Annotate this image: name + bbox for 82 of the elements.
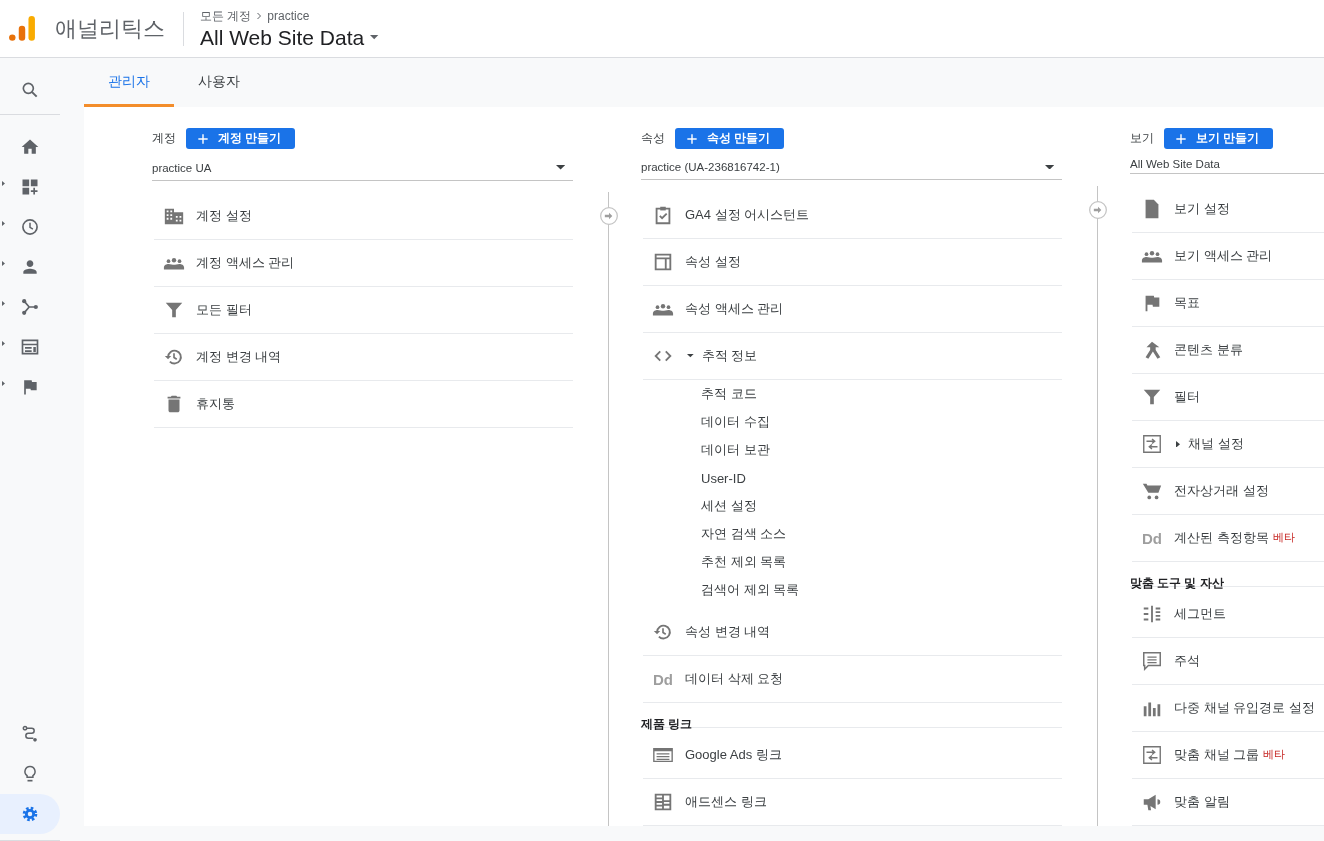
breadcrumb-link[interactable]: 모든 계정 (200, 7, 252, 25)
plus-icon (196, 131, 210, 146)
menu-item[interactable]: GA4 설정 어시스턴트 (643, 192, 1062, 239)
grid-page-icon (652, 791, 674, 813)
menu-item[interactable]: 콘텐츠 분류 (1132, 327, 1324, 374)
dd-icon: Dd (1140, 529, 1164, 547)
beta-label: 베타 (1272, 531, 1295, 545)
submenu-item[interactable]: 자연 검색 소스 (641, 520, 1062, 548)
menu-item[interactable]: 애드센스 링크 (643, 779, 1062, 826)
segment-lines-icon (1141, 603, 1163, 625)
menu-item[interactable]: 보기 설정 (1132, 186, 1324, 233)
submenu-item[interactable]: 데이터 보관 (641, 436, 1062, 464)
menu-item[interactable]: Dd 계산된 측정항목 베타 (1132, 515, 1324, 562)
menu-item[interactable]: 전자상거래 설정 (1132, 468, 1324, 515)
menu-item[interactable]: 보기 액세스 관리 (1132, 233, 1324, 280)
menu-item[interactable]: Google Ads 링크 (643, 732, 1062, 779)
menu-item[interactable]: 목표 (1132, 280, 1324, 327)
caret-icon (370, 35, 379, 40)
menu-item[interactable]: 채널 설정 (1132, 421, 1324, 468)
menu-item[interactable]: 주석 (1132, 638, 1324, 685)
menu-item[interactable]: 속성 액세스 관리 (643, 286, 1062, 333)
beta-label: 베타 (1263, 748, 1286, 762)
column-label: 계정 (152, 130, 176, 147)
menu-item[interactable]: 추적 정보 (643, 333, 1062, 380)
menu-item[interactable]: 계정 액세스 관리 (154, 240, 573, 287)
create-button[interactable]: 보기 만들기 (1164, 128, 1274, 149)
menu-item[interactable]: 세그먼트 (1132, 591, 1324, 638)
menu-item[interactable]: 맞춤 알림 (1132, 779, 1324, 826)
menu-item[interactable]: 속성 변경 내역 (643, 609, 1062, 656)
dropdown-field[interactable]: practice UA (152, 155, 573, 181)
caret-icon (1044, 164, 1054, 170)
caret-icon (2, 221, 5, 226)
dropdown-field[interactable]: practice (UA-236816742-1) (641, 155, 1062, 180)
menu-item[interactable]: 계정 설정 (154, 193, 573, 240)
submenu-item[interactable]: 데이터 수집 (641, 408, 1062, 436)
settings-icon (20, 804, 40, 824)
home-icon (20, 137, 40, 157)
product-name: 애널리틱스 (55, 14, 165, 43)
nav-button[interactable] (0, 794, 60, 834)
menu-item[interactable]: 맞춤 채널 그룹 베타 (1132, 732, 1324, 779)
plus-icon (1174, 131, 1188, 146)
submenu-item[interactable]: 세션 설정 (641, 492, 1062, 520)
create-button[interactable]: 계정 만들기 (186, 128, 296, 149)
search-icon (20, 80, 40, 100)
clock-icon (20, 217, 40, 237)
submenu-item[interactable]: 추천 제외 목록 (641, 548, 1062, 576)
caret-icon (2, 341, 5, 346)
swap-arrows-icon (1141, 433, 1163, 455)
menu-item[interactable]: Dd 데이터 삭제 요청 (643, 656, 1062, 703)
caret-icon (2, 301, 5, 306)
breadcrumb-link[interactable]: practice (267, 9, 310, 23)
caret-icon (2, 261, 5, 266)
column-label: 보기 (1130, 130, 1154, 147)
menu-item[interactable]: 필터 (1132, 374, 1324, 421)
dashboard-icon (20, 177, 40, 197)
caret-icon (2, 181, 5, 186)
logo-icon (8, 13, 36, 44)
swap-arrows-icon (1141, 744, 1163, 766)
section-heading: 맞춤 도구 및 자산 (1130, 562, 1324, 587)
comment-icon (1141, 650, 1163, 672)
menu-item[interactable]: 속성 설정 (643, 239, 1062, 286)
section-heading: 제품 링크 (641, 703, 1062, 728)
dropdown-field[interactable]: All Web Site Data (1130, 155, 1324, 174)
submenu-item[interactable]: User-ID (641, 464, 1062, 492)
caret-icon (2, 381, 5, 386)
column-label: 속성 (641, 130, 665, 147)
create-button[interactable]: 속성 만들기 (675, 128, 785, 149)
tab[interactable]: 사용자 (174, 58, 264, 107)
layout-icon (652, 251, 674, 273)
menu-item[interactable]: 계정 변경 내역 (154, 334, 573, 381)
route-icon (20, 724, 40, 744)
menu-item[interactable]: 모든 필터 (154, 287, 573, 334)
submenu-item[interactable]: 추적 코드 (641, 380, 1062, 408)
caret-icon (555, 165, 565, 170)
branch-icon (20, 297, 40, 317)
menu-item[interactable]: 휴지통 (154, 381, 573, 428)
submenu-item[interactable]: 검색어 제외 목록 (641, 576, 1062, 604)
view-selector[interactable]: All Web Site Data (200, 25, 379, 50)
browser-window-icon (20, 337, 40, 357)
plus-icon (685, 131, 699, 146)
menu-item[interactable]: 다중 채널 유입경로 설정 (1132, 685, 1324, 732)
dd-icon: Dd (651, 670, 675, 688)
